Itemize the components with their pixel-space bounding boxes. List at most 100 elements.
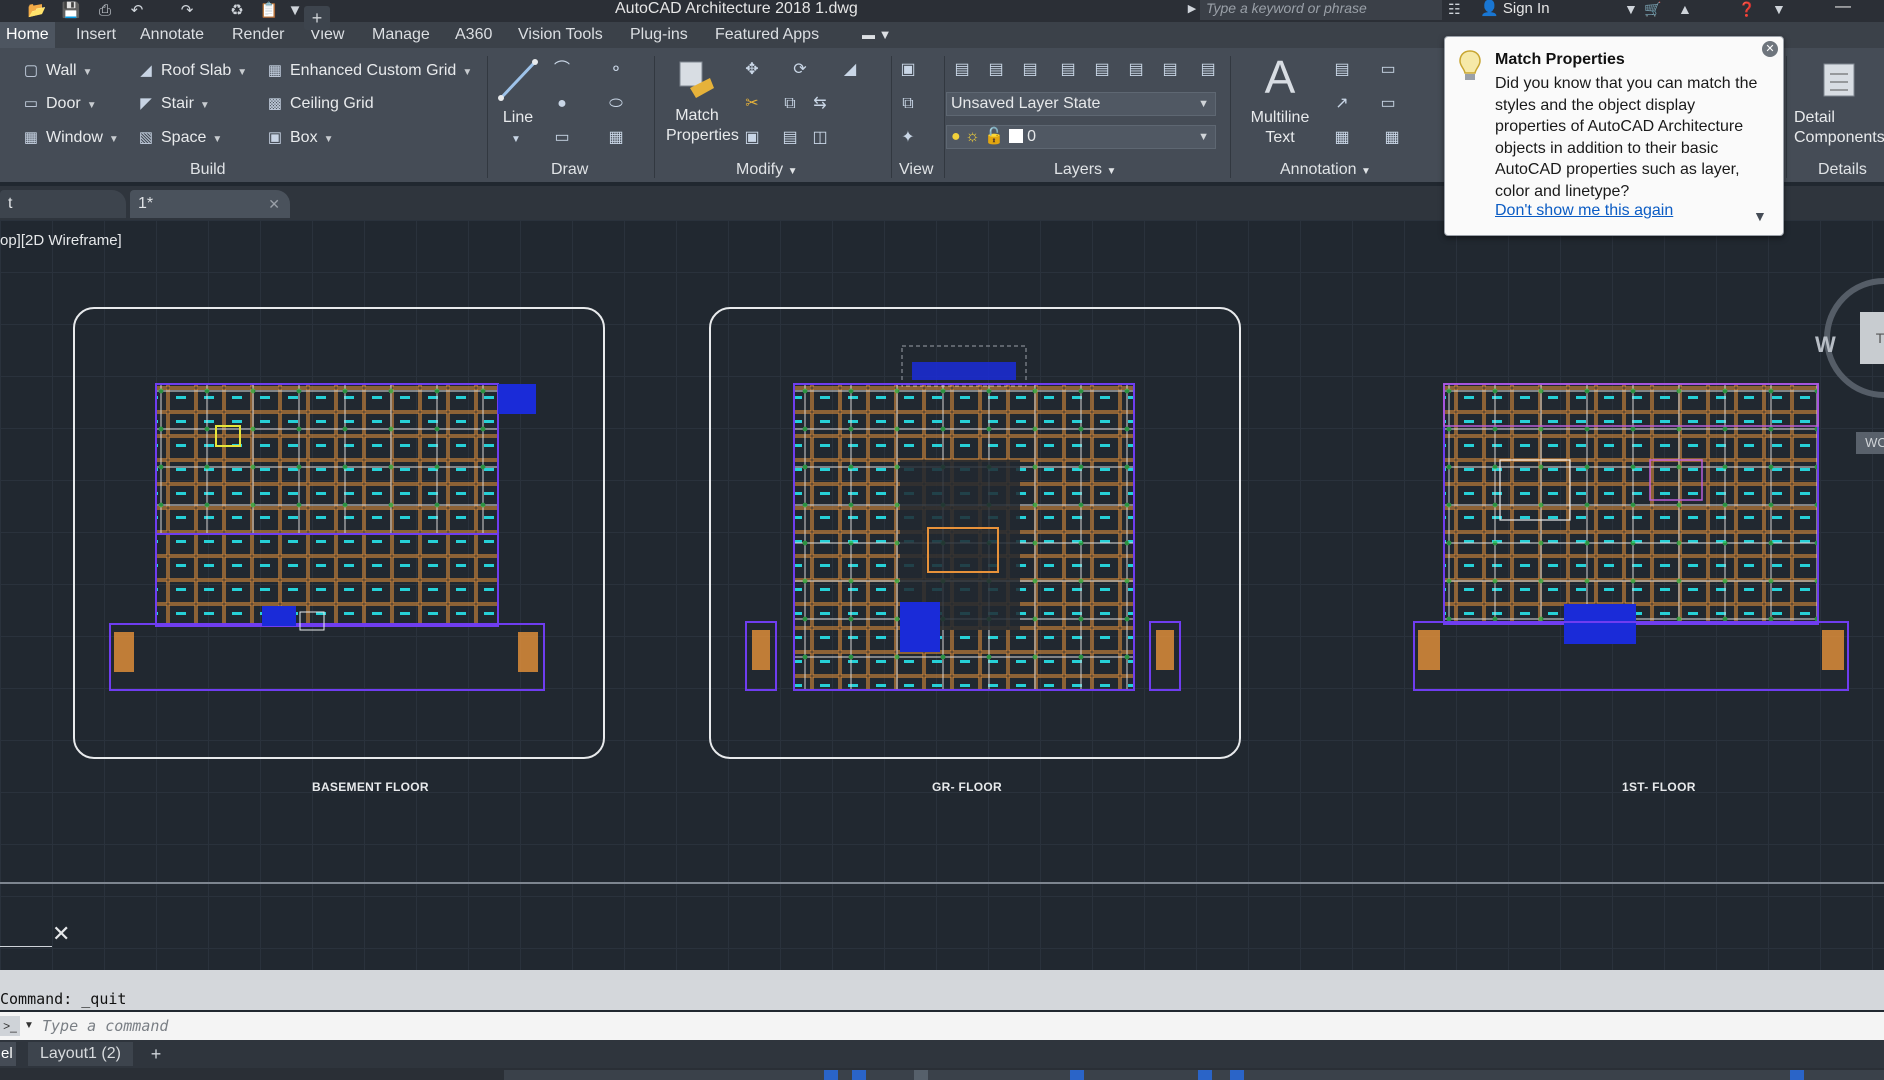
- ucs-close-icon[interactable]: ✕: [52, 923, 70, 945]
- layer-previous-icon[interactable]: ▤: [1018, 58, 1042, 82]
- command-input[interactable]: Type a command: [42, 1017, 168, 1035]
- array-icon[interactable]: ◫: [808, 126, 832, 150]
- detail-components-button[interactable]: Detail Components: [1792, 108, 1884, 148]
- dont-show-again-link[interactable]: Don't show me this again: [1495, 202, 1673, 220]
- status-osnap-icon[interactable]: [1198, 1070, 1212, 1080]
- minimize-button[interactable]: —: [1835, 0, 1851, 15]
- enhanced-custom-grid-button[interactable]: ▦ Enhanced Custom Grid ▼: [266, 58, 472, 84]
- leader-icon[interactable]: ↗: [1330, 92, 1354, 116]
- ribbon-options-icon[interactable]: ▬ ▼: [862, 26, 891, 44]
- status-otrack-icon[interactable]: [1230, 1070, 1244, 1080]
- tab-plug-ins[interactable]: Plug-ins: [630, 26, 688, 44]
- space-button[interactable]: ▧ Space ▼: [137, 125, 222, 151]
- hatch-icon[interactable]: ▦: [604, 126, 628, 150]
- mirror-icon[interactable]: ⇆: [808, 92, 832, 116]
- clipboard-icon[interactable]: 📋: [258, 1, 280, 21]
- markup-icon[interactable]: ▭: [1376, 92, 1400, 116]
- rectangle-icon[interactable]: ▭: [550, 126, 574, 150]
- table-style-icon[interactable]: ▦: [1380, 126, 1404, 150]
- status-workspace-icon[interactable]: [1790, 1070, 1804, 1080]
- arc-icon[interactable]: ⚬: [604, 58, 628, 82]
- layer-off-icon[interactable]: ▤: [1124, 58, 1148, 82]
- tab-featured-apps[interactable]: Featured Apps: [715, 26, 819, 44]
- signin-dropdown-icon[interactable]: ▼: [1624, 0, 1638, 20]
- table-icon[interactable]: ▦: [1330, 126, 1354, 150]
- start-tab[interactable]: t: [0, 190, 126, 218]
- layer-freeze-icon[interactable]: ▤: [1158, 58, 1182, 82]
- tab-render[interactable]: Render: [232, 26, 284, 44]
- multiline-text-button[interactable]: Multiline Text: [1240, 108, 1320, 148]
- layer-isolate-icon[interactable]: ▤: [1056, 58, 1080, 82]
- close-icon[interactable]: ✕: [268, 190, 280, 218]
- redo-icon[interactable]: ↷: [176, 1, 198, 21]
- chevron-down-icon[interactable]: ▼: [24, 1016, 34, 1036]
- layer-state-dropdown[interactable]: Unsaved Layer State ▼: [946, 92, 1216, 116]
- ellipse-icon[interactable]: ⬭: [604, 92, 628, 116]
- status-snap-icon[interactable]: [852, 1070, 866, 1080]
- stretch-icon[interactable]: ▣: [740, 126, 764, 150]
- view-toggle-icon[interactable]: ▣: [896, 58, 920, 82]
- status-grid-icon[interactable]: [824, 1070, 838, 1080]
- model-tab[interactable]: el: [0, 1042, 16, 1066]
- move-icon[interactable]: ✥: [740, 58, 764, 82]
- file-tab-active[interactable]: 1* ✕: [130, 190, 290, 218]
- command-prompt-icon[interactable]: >_: [0, 1016, 20, 1036]
- annotation-scale-icon[interactable]: ▭: [1376, 58, 1400, 82]
- roof-slab-button[interactable]: ◢ Roof Slab ▼: [137, 58, 247, 84]
- circle-icon[interactable]: ●: [550, 92, 574, 116]
- layer-unisolate-icon[interactable]: ▤: [1090, 58, 1114, 82]
- expand-down-icon[interactable]: ▼: [1753, 208, 1767, 224]
- rotate-icon[interactable]: ⟳: [788, 58, 812, 82]
- trim-icon[interactable]: ✂: [740, 92, 764, 116]
- line-button[interactable]: Line: [498, 108, 538, 128]
- current-layer-dropdown[interactable]: ● ☼ 🔓 0 ▼: [946, 125, 1216, 149]
- share-icon[interactable]: ♻: [226, 1, 248, 21]
- tab-manage[interactable]: Manage: [372, 26, 430, 44]
- sign-in-button[interactable]: 👤 Sign In: [1480, 0, 1550, 20]
- fillet-icon[interactable]: ◢: [838, 58, 862, 82]
- wcs-menu[interactable]: WC: [1856, 432, 1884, 454]
- view-isolate-icon[interactable]: ✦: [896, 126, 920, 150]
- match-properties-button[interactable]: Match Properties: [666, 106, 739, 146]
- cart-icon[interactable]: 🛒: [1644, 0, 1661, 20]
- dimension-icon[interactable]: ▤: [1330, 58, 1354, 82]
- help-icon[interactable]: ❓: [1738, 0, 1755, 20]
- door-button[interactable]: ▭ Door ▼: [22, 91, 97, 117]
- tab-a360[interactable]: A360: [455, 26, 492, 44]
- wall-button[interactable]: ▢ Wall ▼: [22, 58, 93, 84]
- command-line[interactable]: >_ ▼ Type a command: [0, 1012, 1884, 1040]
- stair-button[interactable]: ◤ Stair ▼: [137, 91, 210, 117]
- viewcube-west-label[interactable]: W: [1815, 332, 1836, 358]
- print-icon[interactable]: ⎙: [94, 1, 116, 21]
- scale-icon[interactable]: ▤: [778, 126, 802, 150]
- close-icon[interactable]: ✕: [1762, 41, 1778, 57]
- new-tab-button[interactable]: +: [304, 6, 330, 30]
- copy-icon[interactable]: ⧉: [778, 92, 802, 116]
- layer-properties-icon[interactable]: ▤: [950, 58, 974, 82]
- modify-panel-title[interactable]: Modify ▼: [736, 160, 797, 182]
- tab-home[interactable]: Home: [0, 22, 55, 48]
- tab-vision-tools[interactable]: Vision Tools: [518, 26, 603, 44]
- layer-lock-icon[interactable]: ▤: [1196, 58, 1220, 82]
- viewcube-top-face[interactable]: T: [1860, 312, 1884, 364]
- open-icon[interactable]: 📂: [26, 1, 48, 21]
- status-polar-icon[interactable]: [1070, 1070, 1084, 1080]
- polyline-icon[interactable]: ⌒: [550, 58, 574, 82]
- search-input[interactable]: Type a keyword or phrase: [1200, 0, 1442, 20]
- layout1-tab[interactable]: Layout1 (2): [28, 1042, 133, 1066]
- annotation-panel-title[interactable]: Annotation ▼: [1280, 160, 1371, 182]
- undo-icon[interactable]: ↶: [126, 1, 148, 21]
- ceiling-grid-button[interactable]: ▩ Ceiling Grid: [266, 91, 374, 117]
- line-dropdown-icon[interactable]: ▼: [504, 128, 528, 152]
- search-expand-icon[interactable]: ▶: [1183, 0, 1201, 22]
- view-copy-icon[interactable]: ⧉: [896, 92, 920, 116]
- layer-match-icon[interactable]: ▤: [984, 58, 1008, 82]
- binoculars-icon[interactable]: ☷: [1448, 0, 1461, 20]
- drawing-canvas[interactable]: op][2D Wireframe] BASEMENT FLOOR GR- FLO…: [0, 220, 1884, 970]
- window-button[interactable]: ▦ Window ▼: [22, 125, 119, 151]
- add-layout-button[interactable]: +: [144, 1042, 168, 1066]
- a360-icon[interactable]: ▲: [1678, 0, 1692, 20]
- tab-insert[interactable]: Insert: [76, 26, 116, 44]
- box-button[interactable]: ▣ Box ▼: [266, 125, 334, 151]
- layers-panel-title[interactable]: Layers ▼: [1054, 160, 1116, 182]
